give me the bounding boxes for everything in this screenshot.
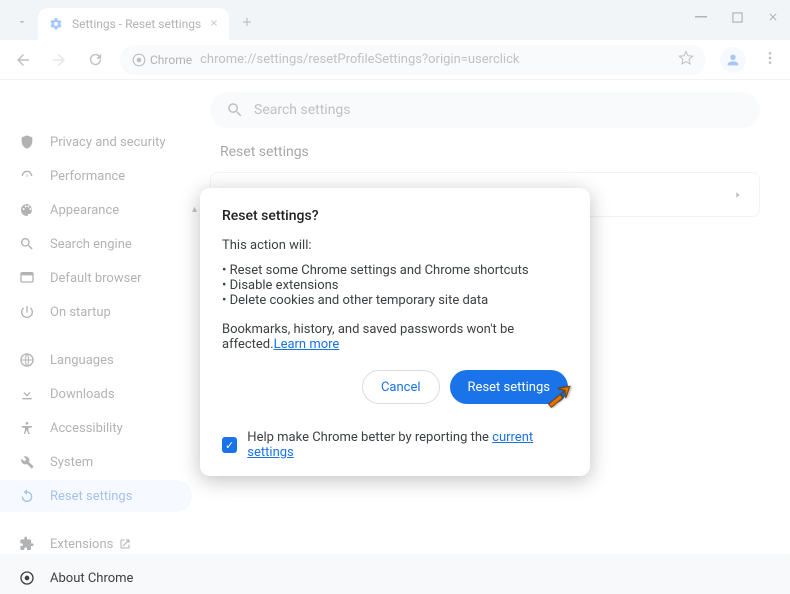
dialog-buttons: Cancel Reset settings <box>222 370 568 404</box>
sidebar-item-about-chrome[interactable]: About Chrome <box>0 562 192 594</box>
cancel-button[interactable]: Cancel <box>362 370 440 404</box>
dialog-title: Reset settings? <box>222 208 568 224</box>
bullet-item: Disable extensions <box>222 278 568 293</box>
chrome-icon <box>18 569 36 587</box>
bullet-item: Delete cookies and other temporary site … <box>222 293 568 308</box>
learn-more-link[interactable]: Learn more <box>274 337 340 352</box>
dialog-note: Bookmarks, history, and saved passwords … <box>222 322 568 352</box>
bullet-item: Reset some Chrome settings and Chrome sh… <box>222 263 568 278</box>
reporting-text: Help make Chrome better by reporting the… <box>247 430 568 460</box>
modal-overlay: Reset settings? This action will: Reset … <box>0 0 790 554</box>
reporting-checkbox[interactable]: ✓ <box>222 437 237 453</box>
dialog-bullets: Reset some Chrome settings and Chrome sh… <box>222 263 568 308</box>
reporting-row: ✓ Help make Chrome better by reporting t… <box>222 422 568 460</box>
reset-settings-dialog: Reset settings? This action will: Reset … <box>200 188 590 476</box>
dialog-intro: This action will: <box>222 238 568 253</box>
sidebar-item-label: About Chrome <box>50 571 133 586</box>
